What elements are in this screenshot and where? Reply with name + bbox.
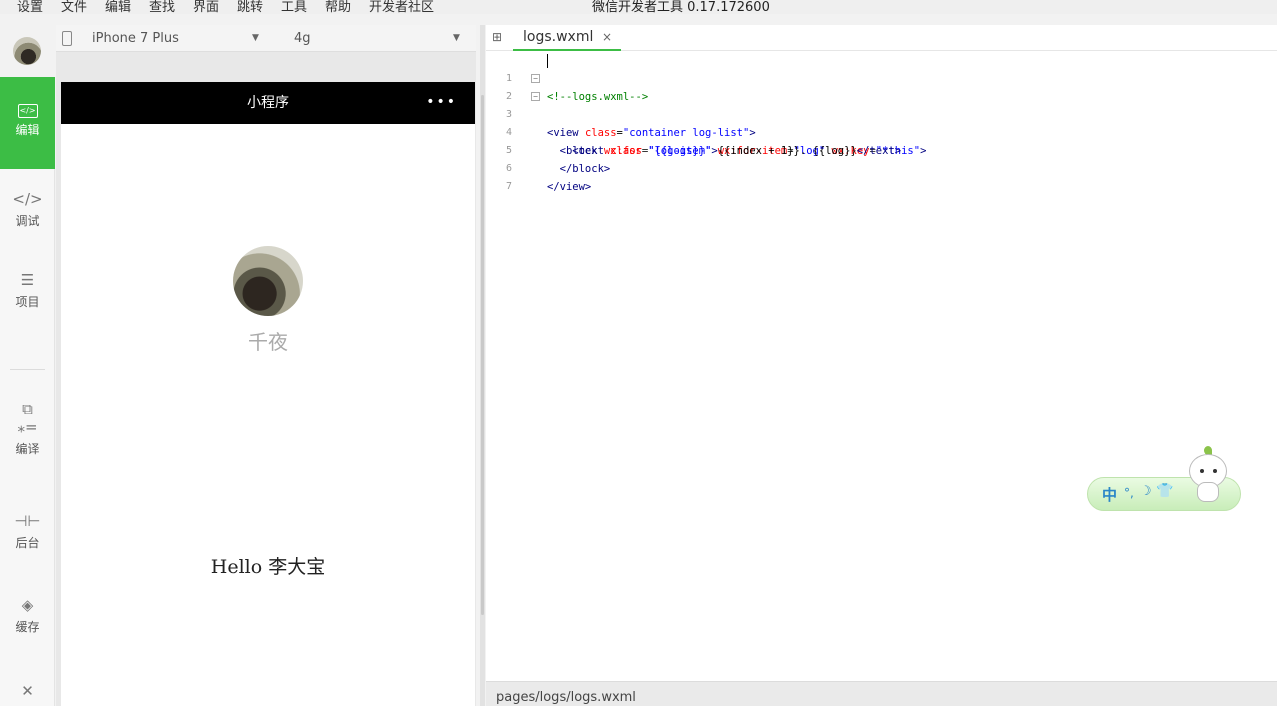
menu-find[interactable]: 查找 <box>149 0 175 14</box>
sidebar-item-label: 编译 <box>15 442 40 456</box>
nav-title: 小程序 <box>247 95 289 111</box>
window-title: 微信开发者工具 0.17.172600 <box>592 0 770 14</box>
close-icon: ✕ <box>21 682 34 700</box>
menu-view[interactable]: 界面 <box>193 0 219 14</box>
statusbar: pages/logs/logs.wxml <box>486 681 1277 706</box>
code-line: 2 − <view class="container log-list"> <box>486 70 756 139</box>
avatar[interactable] <box>13 37 41 65</box>
moon-icon[interactable]: ☽ <box>1140 484 1152 499</box>
layers-icon: ◈ <box>21 596 34 614</box>
file-tree-icon[interactable]: ⊞ <box>492 30 506 44</box>
more-icon[interactable]: ••• <box>426 82 457 124</box>
code-line: 5 </block> <box>486 124 610 175</box>
sidebar-item-debug[interactable]: </> 调试 <box>0 190 55 229</box>
fold-icon[interactable]: − <box>531 74 540 83</box>
user-nickname: 千夜 <box>248 330 288 354</box>
code-icon: </> <box>0 99 55 118</box>
mascot-body <box>1197 482 1219 502</box>
menu-file[interactable]: 文件 <box>61 0 87 14</box>
code-line: 1 <!--logs.wxml--> <box>486 52 648 103</box>
ime-language-toggle[interactable]: 中 <box>1102 484 1117 505</box>
skin-icon[interactable]: 👕 <box>1156 483 1173 499</box>
simulator-scrollbar[interactable] <box>480 25 485 706</box>
menu-goto[interactable]: 跳转 <box>237 0 263 14</box>
ime-punctuation-toggle[interactable]: °, <box>1124 486 1134 500</box>
network-select[interactable]: 4g <box>294 31 311 46</box>
editor-tabbar: ⊞ logs.wxml × <box>486 25 1277 51</box>
menu-edit[interactable]: 编辑 <box>105 0 131 14</box>
sidebar-item-compile[interactable]: ⧉ ⁎= 编译 <box>0 400 55 457</box>
phone-screen: 小程序 ••• 千夜 Hello 李大宝 <box>61 82 475 706</box>
code-line: 7 <box>486 160 537 192</box>
menu-icon: ☰ <box>20 271 35 289</box>
sidebar-item-label: 编辑 <box>15 123 40 137</box>
menu-community[interactable]: 开发者社区 <box>369 0 434 14</box>
debug-icon: </> <box>12 190 43 208</box>
sidebar-item-edit[interactable]: </> 编辑 <box>0 77 55 169</box>
simulator-toolbar: iPhone 7 Plus ▼ 4g ▼ <box>56 25 476 52</box>
close-icon[interactable]: × <box>602 30 612 44</box>
mascot-eye <box>1200 469 1204 473</box>
simulator-panel: iPhone 7 Plus ▼ 4g ▼ 小程序 ••• 千夜 Hello 李大… <box>56 25 476 706</box>
sidebar-item-label: 调试 <box>15 214 40 228</box>
compile-icon: ⧉ ⁎= <box>17 400 38 436</box>
scrollbar-thumb[interactable] <box>481 95 484 615</box>
hello-text: Hello 李大宝 <box>210 556 326 578</box>
mascot-eye <box>1213 469 1217 473</box>
code-text: <text class="log-item">{{index + 1}}. {{… <box>547 145 902 157</box>
chevron-down-icon[interactable]: ▼ <box>252 33 259 43</box>
menubar: 设置 文件 编辑 查找 界面 跳转 工具 帮助 开发者社区 微信开发者工具 0.… <box>0 0 1277 14</box>
chevron-down-icon[interactable]: ▼ <box>453 33 460 43</box>
sidebar-item-label: 项目 <box>15 295 40 309</box>
phone-icon[interactable] <box>62 31 72 46</box>
sidebar-item-project[interactable]: ☰ 项目 <box>0 271 55 310</box>
sidebar-item-cache[interactable]: ◈ 缓存 <box>0 596 55 635</box>
fold-icon[interactable]: − <box>531 92 540 101</box>
backend-icon: ⊣⊢ <box>14 512 41 530</box>
tab-logs-wxml[interactable]: logs.wxml × <box>513 25 621 51</box>
menu-settings[interactable]: 设置 <box>17 0 43 14</box>
text-cursor <box>547 54 548 68</box>
file-path: pages/logs/logs.wxml <box>496 690 636 705</box>
mini-program-nav-bar: 小程序 ••• <box>61 82 475 124</box>
close-button[interactable]: ✕ <box>0 682 55 700</box>
code-text: <!--logs.wxml--> <box>547 91 649 103</box>
code-line: 6 </view> <box>486 142 591 193</box>
code-text: </view> <box>547 181 592 193</box>
sidebar-item-label: 缓存 <box>15 620 40 634</box>
code-editor: ⊞ logs.wxml × 1 <!--logs.wxml--> 2 − <vi… <box>486 25 1277 706</box>
sidebar-item-label: 后台 <box>15 536 40 550</box>
sidebar-item-backend[interactable]: ⊣⊢ 后台 <box>0 512 55 551</box>
sidebar-divider <box>10 369 45 370</box>
menu-help[interactable]: 帮助 <box>325 0 351 14</box>
devtools-window: 设置 文件 编辑 查找 界面 跳转 工具 帮助 开发者社区 微信开发者工具 0.… <box>0 0 1277 706</box>
device-select[interactable]: iPhone 7 Plus <box>92 31 179 46</box>
line-number: 7 <box>505 181 513 192</box>
code-text: </block> <box>547 163 611 175</box>
user-avatar-slot[interactable] <box>0 25 55 77</box>
code-text: <view class="container log-list"> <box>547 127 756 139</box>
menu-tools[interactable]: 工具 <box>281 0 307 14</box>
code-line: 4 <text class="log-item">{{index + 1}}. … <box>486 106 901 157</box>
code-line: 3 − <block wx:for="{{logs}}" wx:for-item… <box>486 88 926 157</box>
sidebar: </> 编辑 </> 调试 ☰ 项目 ⧉ ⁎= 编译 ⊣⊢ 后台 ◈ 缓存 ✕ <box>0 25 55 706</box>
ime-mascot[interactable] <box>1185 446 1231 504</box>
tab-label: logs.wxml <box>523 29 594 45</box>
user-avatar[interactable] <box>233 246 303 316</box>
